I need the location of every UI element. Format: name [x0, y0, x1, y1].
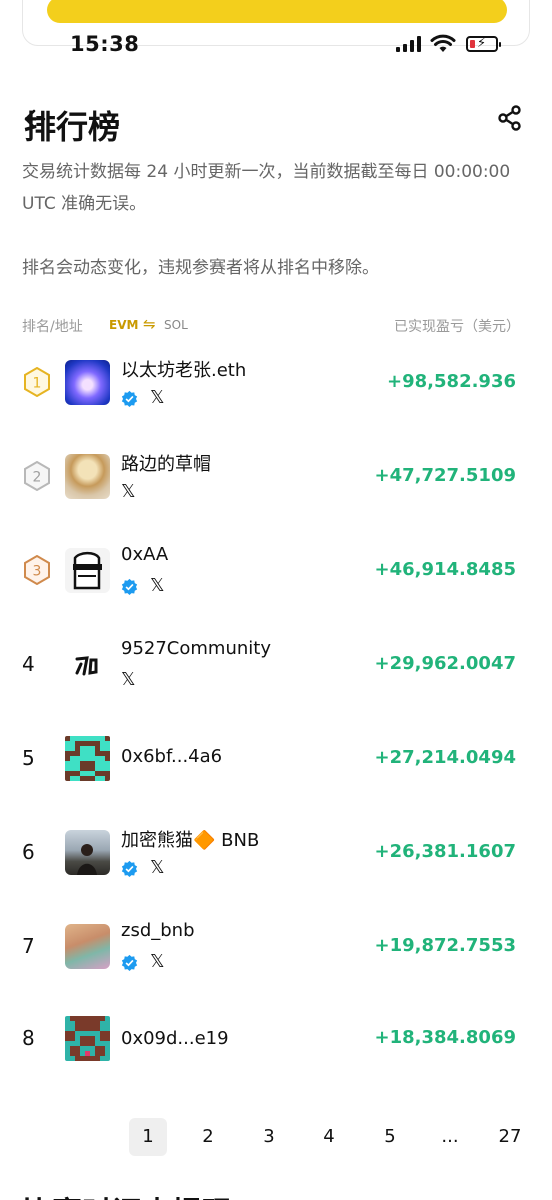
leaderboard-row[interactable]: 6 加密熊猫🔶 BNB 𝕏 +26,381.1607 — [0, 822, 552, 882]
swap-icon[interactable]: ⇋ — [143, 315, 156, 333]
trader-name[interactable]: 0xAA — [121, 544, 168, 565]
social-badges: 𝕏 — [121, 482, 136, 502]
silver-medal-icon: 2 — [24, 461, 50, 491]
avatar — [65, 360, 110, 405]
avatar — [65, 642, 110, 687]
trader-name[interactable]: 加密熊猫🔶 BNB — [121, 826, 259, 852]
avatar — [65, 1016, 110, 1061]
status-time: 15:38 — [70, 32, 140, 56]
wifi-icon — [430, 34, 456, 52]
rank-number: 6 — [22, 840, 35, 864]
rank-number: 5 — [22, 746, 35, 770]
realized-pnl: +18,384.8069 — [374, 1027, 516, 1048]
chain-sol-label[interactable]: SOL — [164, 318, 188, 332]
verified-badge-icon — [121, 390, 138, 407]
svg-text:1: 1 — [33, 376, 42, 392]
column-rank-address: 排名/地址 — [22, 319, 83, 335]
trader-name[interactable]: 0x09d...e19 — [121, 1028, 229, 1049]
social-badges: 𝕏 — [121, 388, 165, 408]
table-header: 排名/地址 EVM ⇋ SOL 已实现盈亏（美元） — [0, 314, 552, 338]
page-header: 排行榜 — [0, 100, 552, 148]
social-badges: 𝕏 — [121, 858, 165, 878]
verified-badge-icon — [121, 860, 138, 877]
social-badges: 𝕏 — [121, 576, 165, 596]
avatar — [65, 736, 110, 781]
realized-pnl: +29,962.0047 — [374, 653, 516, 674]
realized-pnl: +19,872.7553 — [374, 935, 516, 956]
battery-icon: ⚡ — [466, 36, 501, 52]
x-twitter-icon[interactable]: 𝕏 — [121, 671, 136, 689]
x-twitter-icon[interactable]: 𝕏 — [150, 389, 165, 407]
realized-pnl: +27,214.0494 — [374, 747, 516, 768]
trader-name[interactable]: zsd_bnb — [121, 920, 195, 941]
leaderboard-row[interactable]: 7 zsd_bnb 𝕏 +19,872.7553 — [0, 916, 552, 976]
signal-icon — [396, 36, 422, 52]
x-twitter-icon[interactable]: 𝕏 — [150, 953, 165, 971]
leaderboard-row[interactable]: 4 9527Community 𝕏 +29,962.0047 — [0, 634, 552, 694]
x-twitter-icon[interactable]: 𝕏 — [121, 483, 136, 501]
share-icon[interactable] — [496, 104, 524, 136]
realized-pnl: +98,582.936 — [387, 371, 516, 392]
x-twitter-icon[interactable]: 𝕏 — [150, 577, 165, 595]
page-ellipsis: ... — [441, 1126, 459, 1147]
gold-medal-icon: 1 — [24, 367, 50, 397]
svg-text:2: 2 — [33, 470, 42, 486]
social-badges: 𝕏 — [121, 670, 136, 690]
realized-pnl: +46,914.8485 — [374, 559, 516, 580]
avatar — [65, 924, 110, 969]
leaderboard-row[interactable]: 2 路边的草帽 𝕏 +47,727.5109 — [0, 446, 552, 506]
avatar — [65, 830, 110, 875]
ranking-note: 排名会动态变化，违规参赛者将从排名中移除。 — [22, 258, 379, 278]
trader-name[interactable]: 0x6bf...4a6 — [121, 746, 222, 767]
realized-pnl: +47,727.5109 — [374, 465, 516, 486]
leaderboard-row[interactable]: 3 0xAA 𝕏 +46,914.8485 — [0, 540, 552, 600]
bronze-medal-icon: 3 — [24, 555, 50, 585]
trader-name[interactable]: 路边的草帽 — [121, 450, 211, 476]
leaderboard-row[interactable]: 8 0x09d...e19 +18,384.8069 — [0, 1008, 552, 1068]
social-badges: 𝕏 — [121, 952, 165, 972]
trader-name[interactable]: 9527Community — [121, 638, 271, 659]
page-27[interactable]: 27 — [491, 1118, 529, 1156]
column-realized-pnl: 已实现盈亏（美元） — [394, 319, 520, 335]
page-4[interactable]: 4 — [310, 1118, 348, 1156]
trader-name[interactable]: 以太坊老张.eth — [121, 356, 246, 382]
page-2[interactable]: 2 — [189, 1118, 227, 1156]
verified-badge-icon — [121, 578, 138, 595]
status-bar: 15:38 ⚡ — [0, 30, 552, 62]
svg-text:3: 3 — [33, 564, 42, 580]
yellow-action-button[interactable] — [47, 0, 507, 23]
pagination: 1 2 3 4 5 ... 27 — [0, 1118, 552, 1158]
realized-pnl: +26,381.1607 — [374, 841, 516, 862]
x-twitter-icon[interactable]: 𝕏 — [150, 859, 165, 877]
avatar — [65, 454, 110, 499]
verified-badge-icon — [121, 954, 138, 971]
page-5[interactable]: 5 — [371, 1118, 409, 1156]
chain-evm-label[interactable]: EVM — [109, 318, 138, 332]
update-description: 交易统计数据每 24 小时更新一次，当前数据截至每日 00:00:00 UTC … — [22, 162, 511, 214]
avatar — [65, 548, 110, 593]
page-3[interactable]: 3 — [250, 1118, 288, 1156]
rank-number: 4 — [22, 652, 35, 676]
back-arrow-icon[interactable] — [22, 106, 48, 137]
page-1[interactable]: 1 — [129, 1118, 167, 1156]
rank-number: 8 — [22, 1026, 35, 1050]
next-section-heading: 比赛时间内提现 — [22, 1188, 232, 1200]
rank-number: 7 — [22, 934, 35, 958]
leaderboard-row[interactable]: 1 以太坊老张.eth 𝕏 +98,582.936 — [0, 352, 552, 412]
leaderboard-row[interactable]: 5 0x6bf...4a6 +27,214.0494 — [0, 728, 552, 788]
